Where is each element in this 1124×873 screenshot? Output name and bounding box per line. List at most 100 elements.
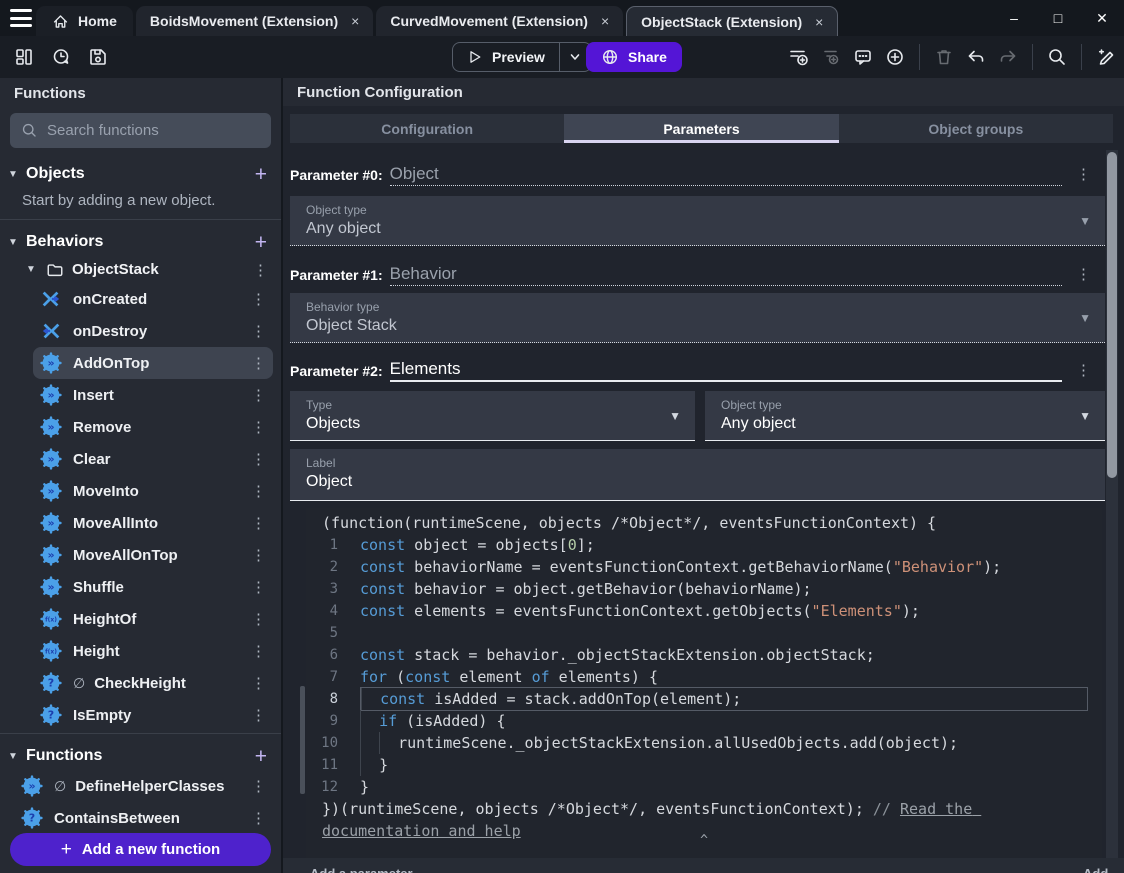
item-menu-icon[interactable]: ⋮ xyxy=(251,514,266,532)
history-icon[interactable] xyxy=(47,43,75,71)
function-item-MoveInto[interactable]: » MoveInto ⋮ xyxy=(33,475,273,507)
search-functions-box[interactable] xyxy=(10,113,271,148)
tab-home[interactable]: Home xyxy=(36,6,133,36)
code-line-4[interactable]: 4 const elements = eventsFunctionContext.… xyxy=(306,600,1102,622)
add-subevent-icon[interactable] xyxy=(817,43,845,71)
function-item-Height[interactable]: f(x) Height ⋮ xyxy=(33,635,273,667)
add-object-icon[interactable]: + xyxy=(255,164,267,185)
objects-section-header[interactable]: ▼ Objects + xyxy=(0,160,281,188)
item-menu-icon[interactable]: ⋮ xyxy=(251,642,266,660)
item-menu-icon[interactable]: ⋮ xyxy=(251,578,266,596)
code-line-3[interactable]: 3 const behavior = object.getBehavior(beh… xyxy=(306,578,1102,600)
ai-pen-icon[interactable] xyxy=(1092,43,1120,71)
item-menu-icon[interactable]: ⋮ xyxy=(253,261,268,279)
function-item-onCreated[interactable]: onCreated ⋮ xyxy=(33,283,273,315)
item-menu-icon[interactable]: ⋮ xyxy=(251,706,266,724)
function-item-Shuffle[interactable]: » Shuffle ⋮ xyxy=(33,571,273,603)
editor-resize-handle[interactable]: ^ xyxy=(700,830,708,852)
item-menu-icon[interactable]: ⋮ xyxy=(251,450,266,468)
parameter-2-label-input[interactable]: Label Object xyxy=(290,449,1105,501)
minimize-button[interactable]: – xyxy=(992,10,1036,26)
item-menu-icon[interactable]: ⋮ xyxy=(251,322,266,340)
close-button[interactable]: ✕ xyxy=(1080,10,1124,27)
function-item-Remove[interactable]: » Remove ⋮ xyxy=(33,411,273,443)
redo-icon[interactable] xyxy=(994,43,1022,71)
functions-section-header[interactable]: ▼ Functions + xyxy=(0,742,281,770)
item-menu-icon[interactable]: ⋮ xyxy=(251,809,266,827)
item-menu-icon[interactable]: ⋮ xyxy=(251,482,266,500)
undo-icon[interactable] xyxy=(962,43,990,71)
parameter-2-object-type-select[interactable]: Object type Any object ▼ xyxy=(705,391,1105,441)
chevron-down-icon[interactable]: ▼ xyxy=(8,751,24,762)
chevron-down-icon[interactable]: ▼ xyxy=(8,169,24,180)
code-line-11[interactable]: 11 } xyxy=(306,754,1102,776)
item-menu-icon[interactable]: ⋮ xyxy=(251,610,266,628)
item-menu-icon[interactable]: ⋮ xyxy=(251,777,266,795)
function-item-ContainsBetween[interactable]: ? ContainsBetween ⋮ xyxy=(14,802,273,834)
item-menu-icon[interactable]: ⋮ xyxy=(251,386,266,404)
function-item-IsEmpty[interactable]: ? IsEmpty ⋮ xyxy=(33,699,273,731)
add-new-function-button[interactable]: + Add a new function xyxy=(10,833,271,866)
tab-boidsmovement[interactable]: BoidsMovement (Extension) × xyxy=(135,6,374,36)
search-functions-input[interactable] xyxy=(47,122,260,139)
close-tab-icon[interactable]: × xyxy=(811,14,823,30)
panel-scrollbar-thumb[interactable] xyxy=(1107,152,1117,478)
code-line-6[interactable]: 6 const stack = behavior._objectStackExte… xyxy=(306,644,1102,666)
add-behavior-icon[interactable]: + xyxy=(255,232,267,253)
share-button[interactable]: Share xyxy=(586,42,682,72)
parameter-2-type-select[interactable]: Type Objects ▼ xyxy=(290,391,695,441)
parameter-0-name-input[interactable]: Object xyxy=(389,164,1062,186)
add-event-icon[interactable] xyxy=(785,43,813,71)
item-menu-icon[interactable]: ⋮ xyxy=(251,290,266,308)
partial-add-parameter-text[interactable]: Add a parameter xyxy=(310,866,413,873)
chevron-down-icon[interactable]: ▼ xyxy=(26,264,38,275)
item-menu-icon[interactable]: ⋮ xyxy=(251,354,266,372)
behaviors-section-header[interactable]: ▼ Behaviors + xyxy=(0,228,281,256)
code-line-10[interactable]: 10 runtimeScene._objectStackExtension.al… xyxy=(306,732,1102,754)
tab-object-groups[interactable]: Object groups xyxy=(839,114,1113,143)
behavior-group-objectstack[interactable]: ▼ ObjectStack ⋮ xyxy=(0,256,281,283)
code-line-1[interactable]: 1 const object = objects[0]; xyxy=(306,534,1102,556)
code-line-8[interactable]: 8 const isAdded = stack.addOnTop(element… xyxy=(306,687,1102,711)
close-tab-icon[interactable]: × xyxy=(597,13,609,29)
function-item-Insert[interactable]: » Insert ⋮ xyxy=(33,379,273,411)
item-menu-icon[interactable]: ⋮ xyxy=(251,546,266,564)
function-item-MoveAllInto[interactable]: » MoveAllInto ⋮ xyxy=(33,507,273,539)
editor-left-scroll-indicator[interactable] xyxy=(300,686,305,794)
partial-bottom-right-text[interactable]: Add xyxy=(1083,866,1108,873)
add-comment-icon[interactable] xyxy=(849,43,877,71)
function-item-DefineHelperClasses[interactable]: » ∅ DefineHelperClasses ⋮ xyxy=(14,770,273,802)
parameter-1-name-input[interactable]: Behavior xyxy=(389,264,1062,286)
parameter-2-name-input[interactable]: Elements xyxy=(389,359,1062,382)
close-tab-icon[interactable]: × xyxy=(347,13,359,29)
add-function-icon[interactable]: + xyxy=(255,746,267,767)
function-item-CheckHeight[interactable]: ? ∅ CheckHeight ⋮ xyxy=(33,667,273,699)
parameter-menu-icon[interactable]: ⋮ xyxy=(1076,165,1091,183)
add-other-icon[interactable] xyxy=(881,43,909,71)
code-line-9[interactable]: 9 if (isAdded) { xyxy=(306,710,1102,732)
preview-button[interactable]: Preview xyxy=(453,43,559,71)
code-line-5[interactable]: 5 xyxy=(306,622,1102,644)
tab-curvedmovement[interactable]: CurvedMovement (Extension) × xyxy=(376,6,624,36)
parameter-1-behavior-type-select[interactable]: Behavior type Object Stack ▼ xyxy=(290,293,1105,343)
parameter-menu-icon[interactable]: ⋮ xyxy=(1076,265,1091,283)
chevron-down-icon[interactable]: ▼ xyxy=(8,237,24,248)
parameter-menu-icon[interactable]: ⋮ xyxy=(1076,361,1091,379)
main-menu-icon[interactable] xyxy=(10,9,32,27)
code-editor[interactable]: (function(runtimeScene, objects /*Object… xyxy=(300,508,1113,858)
item-menu-icon[interactable]: ⋮ xyxy=(251,674,266,692)
tab-configuration[interactable]: Configuration xyxy=(290,114,564,143)
maximize-button[interactable]: □ xyxy=(1036,10,1080,26)
code-line-7[interactable]: 7 for (const element of elements) { xyxy=(306,666,1102,688)
item-menu-icon[interactable]: ⋮ xyxy=(251,418,266,436)
tab-parameters[interactable]: Parameters xyxy=(564,114,839,143)
code-line-2[interactable]: 2 const behaviorName = eventsFunctionCont… xyxy=(306,556,1102,578)
search-icon[interactable] xyxy=(1043,43,1071,71)
code-line-12[interactable]: 12} xyxy=(306,776,1102,798)
function-item-AddOnTop[interactable]: » AddOnTop ⋮ xyxy=(33,347,273,379)
function-item-MoveAllOnTop[interactable]: » MoveAllOnTop ⋮ xyxy=(33,539,273,571)
delete-icon[interactable] xyxy=(930,43,958,71)
function-item-HeightOf[interactable]: f(x) HeightOf ⋮ xyxy=(33,603,273,635)
function-item-Clear[interactable]: » Clear ⋮ xyxy=(33,443,273,475)
save-icon[interactable] xyxy=(84,43,112,71)
